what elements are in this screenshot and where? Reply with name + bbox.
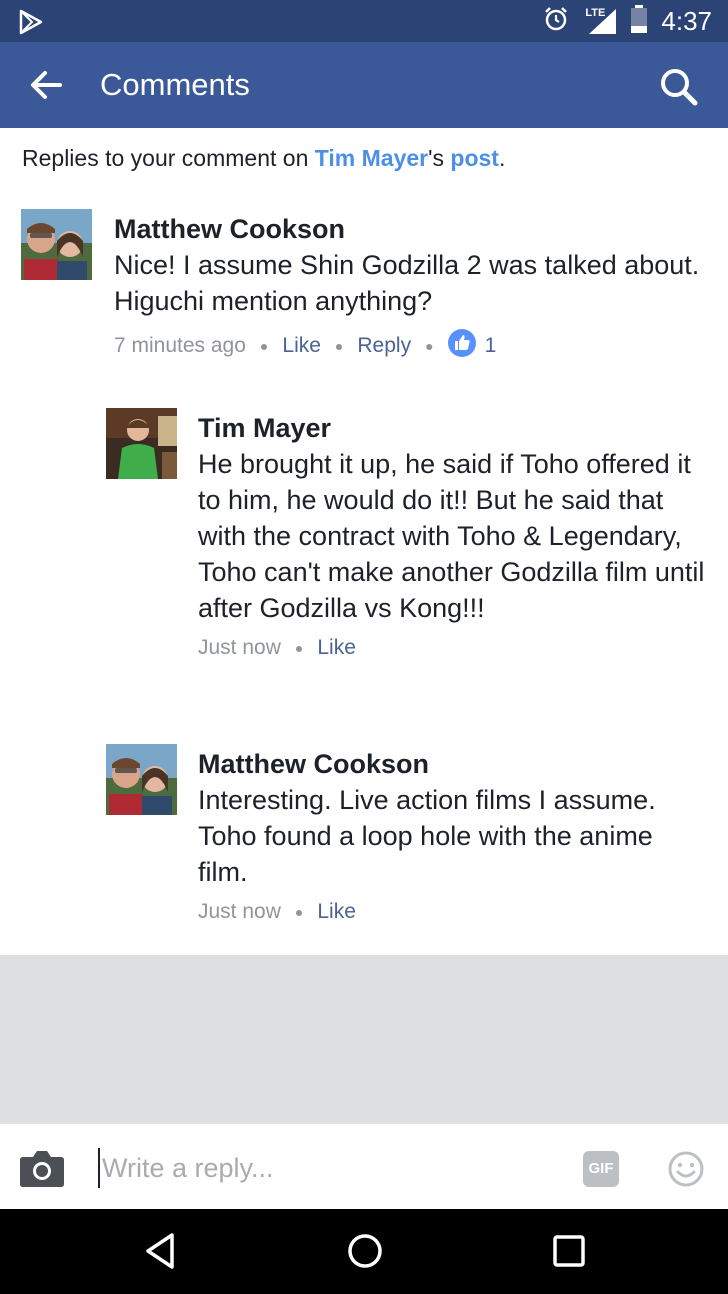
reply-comment: Matthew Cookson Interesting. Live action… [106, 744, 716, 934]
play-store-icon [18, 9, 44, 40]
post-link[interactable]: post [450, 145, 499, 171]
system-nav-bar [0, 1209, 728, 1294]
thumbs-up-icon [447, 329, 476, 363]
battery-icon [631, 4, 648, 38]
comment-text: Interesting. Live action films I assume.… [198, 785, 656, 887]
comment-timestamp: 7 minutes ago [114, 334, 246, 357]
comment-meta: Just now ● Like [198, 636, 708, 660]
replies-header-suffix: . [498, 145, 506, 171]
comment-text: He brought it up, he said if Toho offere… [198, 449, 705, 623]
replies-header-possessive: 's [428, 145, 451, 171]
reply-composer: Write a reply... GIF [0, 1123, 728, 1209]
gif-button[interactable]: GIF [583, 1151, 619, 1187]
reply-button[interactable]: Reply [357, 334, 411, 358]
replies-header: Replies to your comment on Tim Mayer's p… [22, 145, 505, 172]
post-author-link[interactable]: Tim Mayer [315, 145, 428, 171]
separator-dot: ● [259, 338, 269, 354]
comment-meta: 7 minutes ago ● Like ● Reply ● 1 [114, 329, 704, 363]
like-button[interactable]: Like [282, 334, 321, 358]
network-type: LTE [585, 7, 606, 19]
comment-author[interactable]: Matthew Cookson [198, 748, 708, 780]
search-icon[interactable] [658, 66, 698, 111]
alarm-icon [543, 6, 569, 37]
reply-input[interactable]: Write a reply... [98, 1148, 558, 1188]
lte-signal-icon: LTE [583, 7, 617, 35]
home-icon[interactable] [345, 1231, 385, 1276]
comment-text: Nice! I assume Shin Godzilla 2 was talke… [114, 250, 700, 316]
avatar[interactable] [106, 744, 177, 815]
like-button[interactable]: Like [317, 900, 356, 924]
app-bar: Comments [0, 42, 728, 128]
clock: 4:37 [661, 5, 712, 36]
emoji-icon[interactable] [667, 1150, 705, 1193]
recents-icon[interactable] [552, 1231, 586, 1276]
comment-meta: Just now ● Like [198, 900, 708, 924]
comment-author[interactable]: Matthew Cookson [114, 213, 704, 245]
status-bar: LTE 4:37 [0, 0, 728, 42]
back-arrow-icon[interactable] [28, 67, 64, 108]
separator-dot: ● [425, 338, 434, 354]
avatar[interactable] [21, 209, 92, 280]
back-icon[interactable] [142, 1231, 178, 1276]
camera-icon[interactable] [19, 1148, 65, 1193]
comments-thread: Replies to your comment on Tim Mayer's p… [0, 128, 728, 955]
reply-comment: Tim Mayer He brought it up, he said if T… [106, 408, 716, 698]
like-count-value: 1 [484, 334, 497, 357]
replies-header-prefix: Replies to your comment on [22, 145, 315, 171]
page-title: Comments [100, 67, 250, 102]
comment-timestamp: Just now [198, 900, 281, 923]
like-button[interactable]: Like [317, 636, 356, 660]
comment: Matthew Cookson Nice! I assume Shin Godz… [21, 209, 711, 369]
comment-author[interactable]: Tim Mayer [198, 412, 708, 444]
comment-timestamp: Just now [198, 636, 281, 659]
separator-dot: ● [294, 904, 304, 920]
separator-dot: ● [294, 640, 304, 656]
like-count[interactable]: 1 [447, 329, 497, 363]
avatar[interactable] [106, 408, 177, 479]
separator-dot: ● [334, 338, 344, 354]
